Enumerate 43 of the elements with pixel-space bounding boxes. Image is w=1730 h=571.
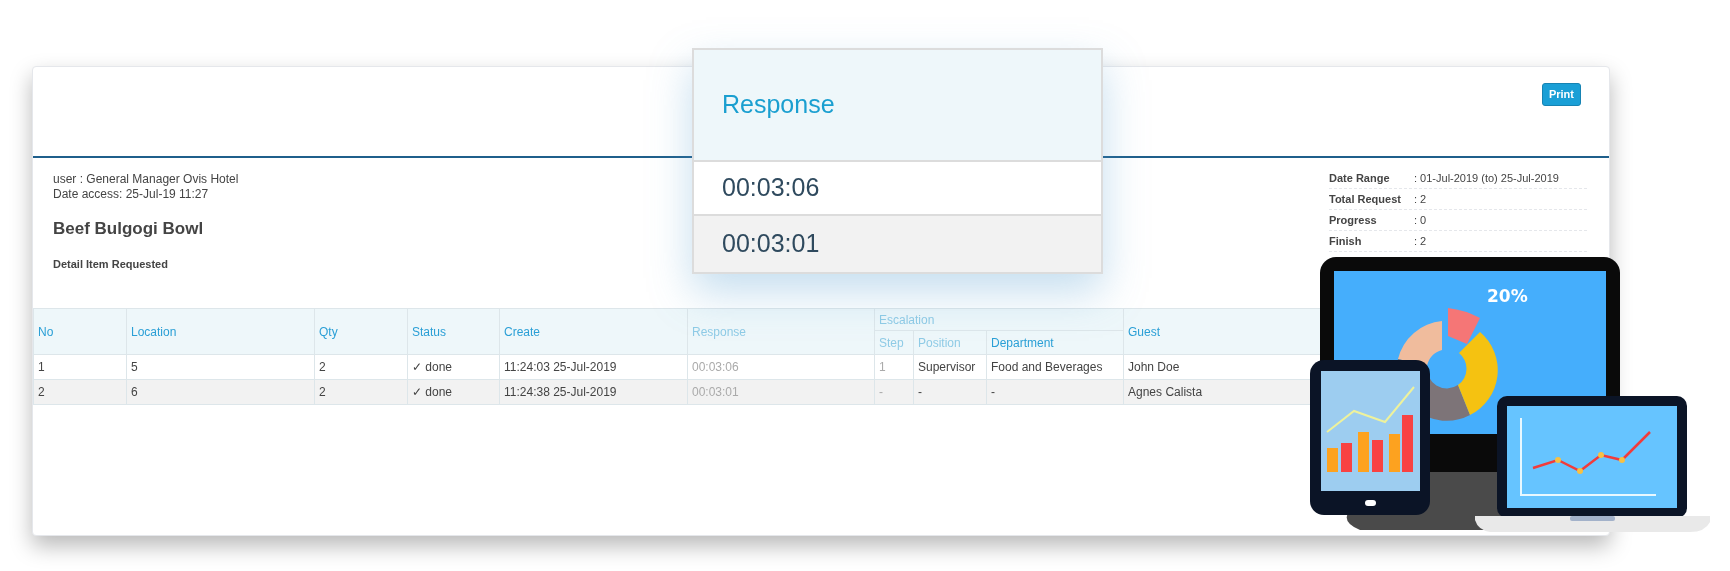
column-header: No (33, 308, 127, 355)
table-cell: 2 (314, 354, 408, 380)
percent-label: 20% (1487, 286, 1528, 306)
user-label: user : General Manager Ovis Hotel (53, 172, 240, 187)
table-cell: 1 (874, 354, 914, 380)
group-header: Escalation (874, 308, 1124, 331)
callout-value: 00:03:01 (722, 228, 820, 260)
column-header: Department (986, 330, 1124, 355)
column-header: Response (687, 308, 875, 355)
table-cell: - (913, 379, 987, 405)
summary-label: Total Request (1329, 191, 1402, 207)
item-title: Beef Bulgogi Bowl (53, 218, 205, 240)
table-cell: 00:03:01 (687, 379, 875, 405)
table-cell: Supervisor (913, 354, 987, 380)
column-header: Qty (314, 308, 408, 355)
table-cell: 5 (126, 354, 315, 380)
table-cell: ✓ done (407, 354, 500, 380)
summary-value: : 2 (1414, 191, 1427, 207)
summary-label: Progress (1329, 212, 1378, 228)
summary-label: Finish (1329, 233, 1363, 249)
table-cell: 1 (33, 354, 127, 380)
callout-value: 00:03:06 (722, 172, 820, 204)
section-subtitle: Detail Item Requested (53, 256, 169, 272)
table-cell: 11:24:03 25-Jul-2019 (499, 354, 688, 380)
table-cell: 2 (33, 379, 127, 405)
callout-title: Response (722, 89, 835, 121)
print-button[interactable]: Print (1541, 83, 1581, 106)
column-header: Status (407, 308, 500, 355)
table-cell: 2 (314, 379, 408, 405)
summary-value: : 0 (1414, 212, 1427, 228)
column-header: Create (499, 308, 688, 355)
table-cell: 11:24:38 25-Jul-2019 (499, 379, 688, 405)
summary-label: Date Range (1329, 170, 1391, 186)
table-cell: Food and Beverages (986, 354, 1124, 380)
table-cell: - (986, 379, 1124, 405)
column-header: Location (126, 308, 315, 355)
table-cell: - (874, 379, 914, 405)
summary-value: : 01-Jul-2019 (to) 25-Jul-2019 (1414, 170, 1559, 186)
summary-value: : 2 (1414, 233, 1427, 249)
table-cell: 6 (126, 379, 315, 405)
date-access-label: Date access: 25-Jul-19 11:27 (53, 187, 210, 202)
table-cell: ✓ done (407, 379, 500, 405)
table-cell: 00:03:06 (687, 354, 875, 380)
